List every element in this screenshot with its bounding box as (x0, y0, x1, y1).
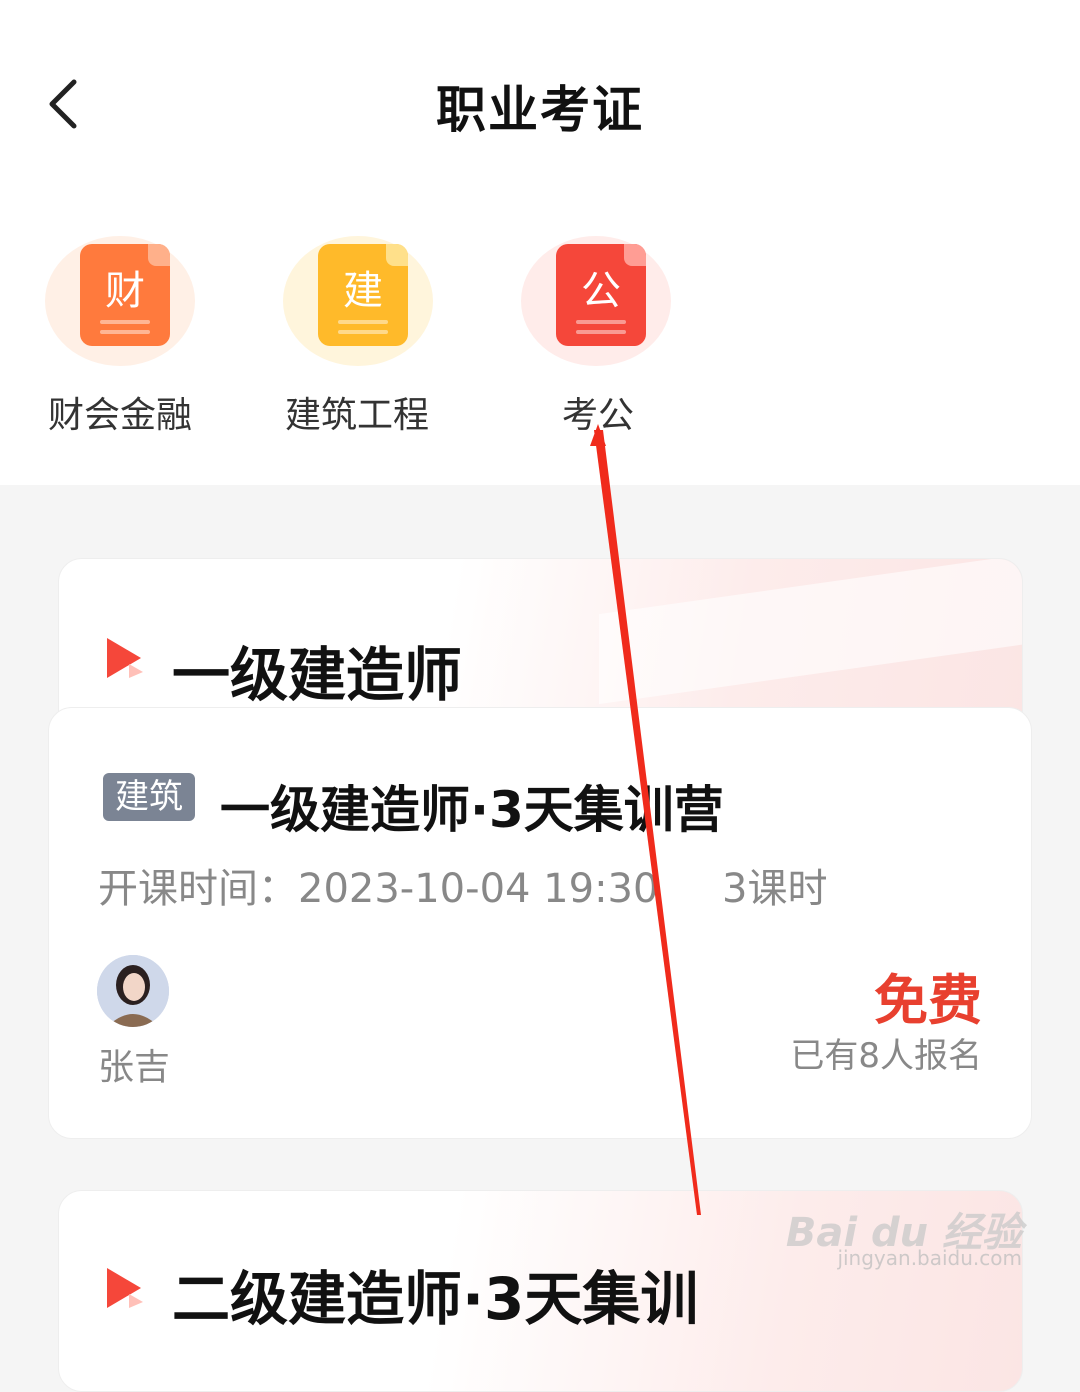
annotation-arrow-icon (590, 424, 701, 1215)
